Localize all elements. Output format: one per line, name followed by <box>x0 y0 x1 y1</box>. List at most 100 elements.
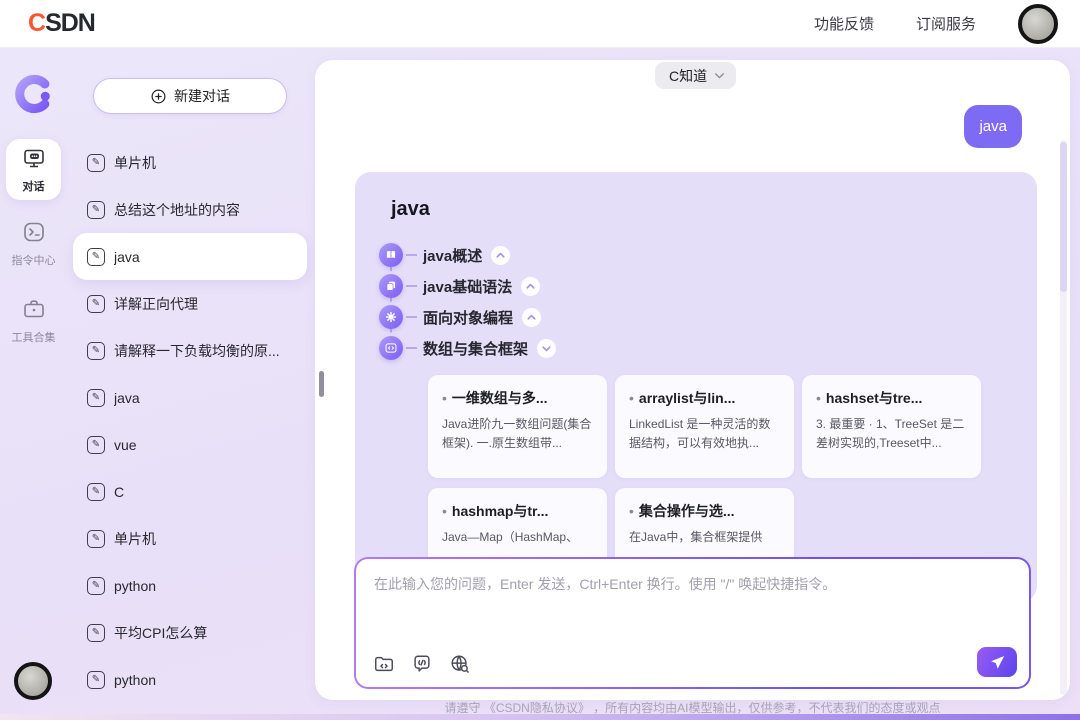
logo-c: C <box>28 9 46 37</box>
collapse-button[interactable] <box>491 245 511 265</box>
briefcase-icon <box>22 297 46 326</box>
logo-rest: SDN <box>45 9 96 37</box>
edit-icon: ✎ <box>87 341 105 360</box>
edit-icon: ✎ <box>87 153 105 172</box>
node-connector <box>406 347 417 349</box>
edit-icon: ✎ <box>87 388 105 407</box>
chat-item-label: 请解释一下负载均衡的原... <box>114 342 280 359</box>
c-zhidao-logo-icon[interactable] <box>13 74 53 114</box>
rail-item-chat[interactable]: 对话 <box>6 139 61 200</box>
chevron-up-icon <box>526 283 535 289</box>
outline-node: java概述 <box>379 243 1001 267</box>
feedback-link[interactable]: 功能反馈 <box>814 13 874 34</box>
reference-card-body: LinkedList 是一种灵活的数据结构，可以有效地执... <box>629 417 771 450</box>
chat-history-item[interactable]: ✎ 单片机 <box>67 139 310 186</box>
panel-scrollbar-thumb[interactable] <box>1060 142 1067 292</box>
outline-node: 数组与集合框架 <box>379 336 1001 360</box>
subscribe-link[interactable]: 订阅服务 <box>916 13 976 34</box>
send-button[interactable] <box>977 647 1017 677</box>
outline-node-label: 数组与集合框架 <box>423 340 529 358</box>
chat-history-item[interactable]: ✎ C <box>67 468 310 515</box>
reference-card-body: Java—Map（HashMap、 <box>442 530 579 544</box>
chat-item-label: python <box>114 577 157 594</box>
bullet: • <box>816 390 821 406</box>
composer: 在此输入您的问题，Enter 发送，Ctrl+Enter 换行。使用 "/" 唤… <box>354 557 1031 689</box>
chat-item-label: java <box>114 389 140 406</box>
plus-circle-icon <box>151 89 166 103</box>
folder-code-icon[interactable] <box>373 653 395 675</box>
outline-node-label: 面向对象编程 <box>423 309 514 327</box>
chat-panel: C知道 java java java概述 java基础语法 面向对象编程 数组与… <box>315 60 1070 700</box>
outline-node-label: java概述 <box>423 247 483 265</box>
chat-monitor-icon <box>22 146 46 175</box>
outline-node-label: java基础语法 <box>423 278 513 296</box>
panel-resize-handle[interactable] <box>319 371 324 397</box>
reference-card-body: 在Java中，集合框架提供 <box>629 530 763 544</box>
rail-item-label: 指令中心 <box>11 255 56 267</box>
response-title: java <box>391 198 430 220</box>
rail-item-command-center[interactable]: 指令中心 <box>6 220 61 268</box>
collapse-button[interactable] <box>537 338 557 358</box>
reference-card[interactable]: • hashset与tre... 3. 最重要 · 1、TreeSet 是二差树实… <box>802 375 981 478</box>
chat-item-label: 详解正向代理 <box>114 295 198 312</box>
chevron-down-icon <box>542 345 551 351</box>
chat-history-item[interactable]: ✎ python <box>67 562 310 609</box>
chat-history-item[interactable]: ✎ vue <box>67 421 310 468</box>
user-avatar[interactable] <box>1018 3 1058 44</box>
reference-card[interactable]: • 一维数组与多... Java进阶九一数组问题(集合框架). 一.原生数组带..… <box>428 375 607 478</box>
user-message-bubble: java <box>964 105 1022 148</box>
reference-card[interactable]: • arraylist与lin... LinkedList 是一种灵活的数据结构，… <box>615 375 794 478</box>
node-connector <box>406 285 417 287</box>
edit-icon: ✎ <box>87 670 105 689</box>
assistant-response-card: java java概述 java基础语法 面向对象编程 数组与集合框架 • 一维… <box>355 172 1037 602</box>
new-chat-label: 新建对话 <box>174 88 230 104</box>
message-input[interactable]: 在此输入您的问题，Enter 发送，Ctrl+Enter 换行。使用 "/" 唤… <box>356 559 1029 687</box>
chat-history-item[interactable]: ✎ 单片机 <box>67 515 310 562</box>
bullet: • <box>442 503 447 519</box>
chevron-up-icon <box>527 314 536 320</box>
chat-history-item[interactable]: ✎ 平均CPI怎么算 <box>67 609 310 656</box>
chat-history-item[interactable]: ✎ 请解释一下负载均衡的原... <box>67 327 310 374</box>
edit-icon: ✎ <box>87 435 105 454</box>
terminal-icon <box>22 220 46 249</box>
reference-card-title: hashmap与tr... <box>451 503 549 519</box>
csdn-logo[interactable]: CSDN <box>28 9 96 38</box>
reference-card-title: arraylist与lin... <box>638 390 736 406</box>
collapse-button[interactable] <box>522 307 542 327</box>
collapse-button[interactable] <box>521 276 541 296</box>
panel-scrollbar[interactable] <box>1060 140 1067 695</box>
outline-node: 面向对象编程 <box>379 305 1001 329</box>
edit-icon: ✎ <box>87 623 105 642</box>
gear-icon <box>379 305 403 329</box>
model-selector-label: C知道 <box>669 67 708 84</box>
chat-history-item-active[interactable]: ✎ java <box>73 233 307 280</box>
rail-item-tool-collection[interactable]: 工具合集 <box>6 297 61 345</box>
new-chat-button[interactable]: 新建对话 <box>93 78 287 114</box>
edit-icon: ✎ <box>87 200 105 219</box>
web-search-icon[interactable] <box>449 653 471 675</box>
edit-icon: ✎ <box>87 529 105 548</box>
chat-history-item[interactable]: ✎ 详解正向代理 <box>67 280 310 327</box>
model-selector[interactable]: C知道 <box>655 62 737 89</box>
chat-item-label: python <box>114 671 157 688</box>
edit-icon: ✎ <box>87 482 105 501</box>
app-window: CSDN 功能反馈 订阅服务 对话 指令中心 工具合集 新建对话 ✎ 单片机 ✎… <box>0 0 1080 720</box>
outline-node: java基础语法 <box>379 274 1001 298</box>
rail-item-label: 对话 <box>22 181 45 193</box>
rail-item-label: 工具合集 <box>11 332 56 344</box>
user-avatar-bottom[interactable] <box>14 662 52 700</box>
node-connector <box>406 254 417 256</box>
chat-history-item[interactable]: ✎ java <box>67 374 310 421</box>
quick-command-icon[interactable] <box>411 653 433 675</box>
chat-history-item[interactable]: ✎ 总结这个地址的内容 <box>67 186 310 233</box>
chat-item-label: 单片机 <box>114 154 156 171</box>
edit-icon: ✎ <box>87 576 105 595</box>
chat-history-item[interactable]: ✎ python <box>67 656 310 703</box>
node-connector <box>406 316 417 318</box>
book-icon <box>379 243 403 267</box>
edit-icon: ✎ <box>87 247 105 266</box>
chat-item-label: java <box>114 248 140 265</box>
pages-icon <box>379 274 403 298</box>
chat-history-list: ✎ 单片机 ✎ 总结这个地址的内容 ✎ java ✎ 详解正向代理 ✎ 请解释一下负载均衡… <box>67 139 310 703</box>
reference-card-title: hashset与tre... <box>825 390 923 406</box>
